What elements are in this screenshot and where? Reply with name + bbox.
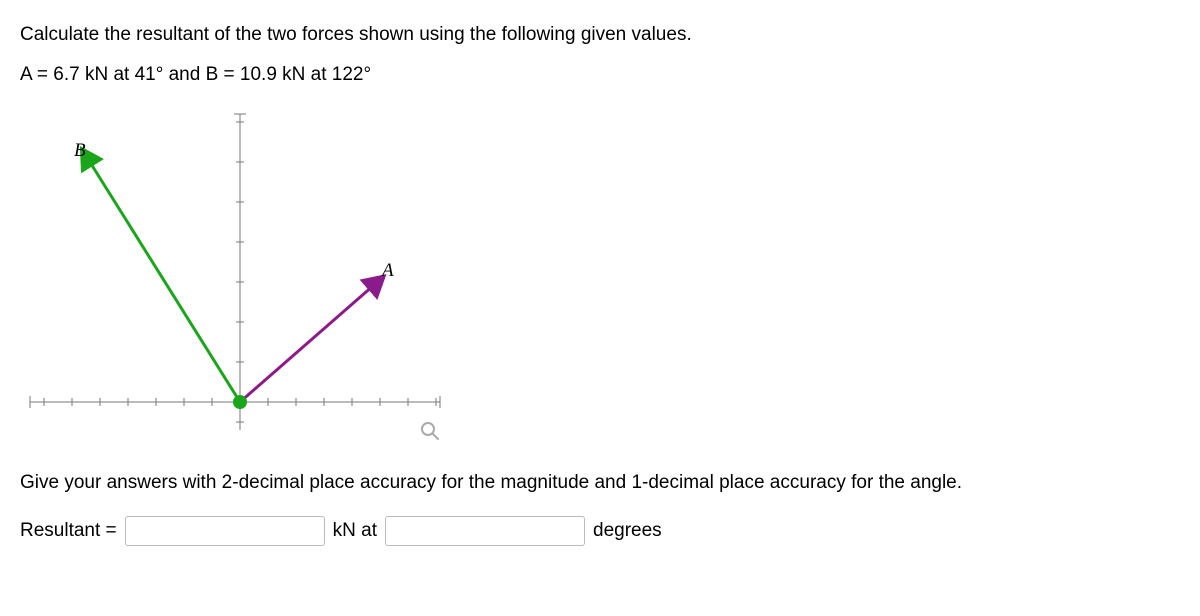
units-kn-at: kN at	[333, 520, 377, 542]
resultant-label: Resultant =	[20, 520, 117, 542]
vector-b-label: B	[74, 140, 86, 162]
vector-a-label: A	[382, 260, 394, 282]
given-values: A = 6.7 kN at 41° and B = 10.9 kN at 122…	[20, 64, 1180, 86]
zoom-icon[interactable]	[420, 421, 440, 446]
problem-statement: Calculate the resultant of the two force…	[20, 24, 1180, 46]
angle-input[interactable]	[385, 516, 585, 546]
accuracy-instruction: Give your answers with 2-decimal place a…	[20, 472, 1180, 494]
magnitude-input[interactable]	[125, 516, 325, 546]
answer-row: Resultant = kN at degrees	[20, 516, 1180, 546]
units-degrees: degrees	[593, 520, 662, 542]
vector-diagram: B A	[20, 102, 450, 462]
